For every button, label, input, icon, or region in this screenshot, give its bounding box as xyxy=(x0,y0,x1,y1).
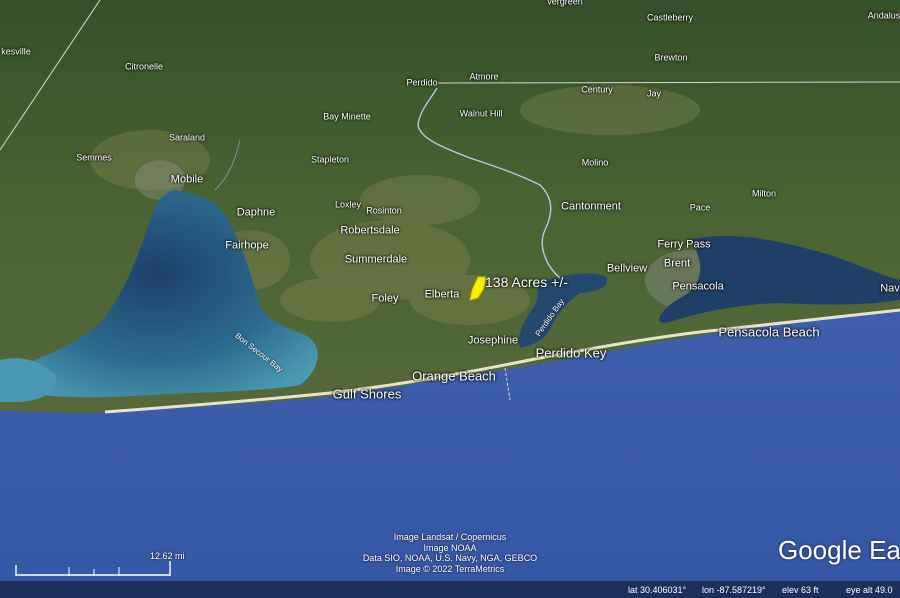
place-mobile: Mobile xyxy=(170,173,204,186)
place-elberta: Elberta xyxy=(424,288,460,301)
place-summerdale: Summerdale xyxy=(344,253,408,266)
placemark-label[interactable]: 138 Acres +/- xyxy=(485,274,568,290)
attribution-line: Image NOAA xyxy=(423,542,477,553)
place-jay: Jay xyxy=(646,88,662,99)
place-perdido: Perdido xyxy=(406,77,438,88)
status-elev: elev 63 ft xyxy=(782,585,819,595)
place-robertsdale: Robertsdale xyxy=(340,224,400,237)
scale-bar xyxy=(15,561,171,576)
place-semmes: Semmes xyxy=(76,152,112,163)
place-cantonment: Cantonment xyxy=(561,200,621,213)
place-ferry-pass: Ferry Pass xyxy=(657,238,711,251)
status-lon: lon -87.587219° xyxy=(702,585,766,595)
place-century: Century xyxy=(581,84,613,95)
place-gulf-shores: Gulf Shores xyxy=(332,386,402,402)
place-pace: Pace xyxy=(689,202,711,213)
attribution-line: Data SIO, NOAA, U.S. Navy, NGA, GEBCO xyxy=(362,553,538,563)
place-evergreen: vergreen xyxy=(547,0,583,7)
status-eye-alt: eye alt 49.0 xyxy=(846,585,893,595)
place-foley: Foley xyxy=(371,292,399,305)
place-citronelle: Citronelle xyxy=(124,61,164,72)
imagery-attribution: Image Landsat / Copernicus Image NOAA Da… xyxy=(363,532,537,574)
place-josephine: Josephine xyxy=(467,334,519,347)
place-brent: Brent xyxy=(663,257,691,270)
place-fairhope: Fairhope xyxy=(225,239,269,252)
place-bay-minette: Bay Minette xyxy=(323,111,371,122)
status-bar: lat 30.406031° lon -87.587219° elev 63 f… xyxy=(0,581,900,598)
place-castleberry: Castleberry xyxy=(646,12,694,23)
place-molino: Molino xyxy=(581,157,609,168)
attribution-line: Image © 2022 TerraMetrics xyxy=(395,563,505,574)
place-andalusia: Andalus xyxy=(867,10,900,21)
place-stapleton: Stapleton xyxy=(310,154,350,165)
scale-label: 12.62 mi xyxy=(150,551,185,561)
place-loxley: Loxley xyxy=(334,199,362,210)
place-orange-beach: Orange Beach xyxy=(412,368,496,384)
place-daphne: Daphne xyxy=(236,206,276,219)
place-brewton: Brewton xyxy=(654,52,688,63)
place-pensacola-beach: Pensacola Beach xyxy=(718,324,820,340)
place-pensacola: Pensacola xyxy=(672,280,724,293)
status-lat: lat 30.406031° xyxy=(628,585,687,595)
place-walnut-hill: Walnut Hill xyxy=(459,108,503,119)
place-milton: Milton xyxy=(751,188,777,199)
google-earth-logo: Google Earth xyxy=(778,535,900,565)
place-atmore: Atmore xyxy=(469,71,499,82)
place-bellview: Bellview xyxy=(606,262,648,275)
place-rosinton: Rosinton xyxy=(366,205,402,216)
attribution-line: Image Landsat / Copernicus xyxy=(393,532,507,542)
place-perdido-key: Perdido Key xyxy=(535,345,607,361)
place-navarre: Nav xyxy=(880,282,900,295)
place-leakesville: kesville xyxy=(1,46,31,57)
place-saraland: Saraland xyxy=(168,132,206,143)
